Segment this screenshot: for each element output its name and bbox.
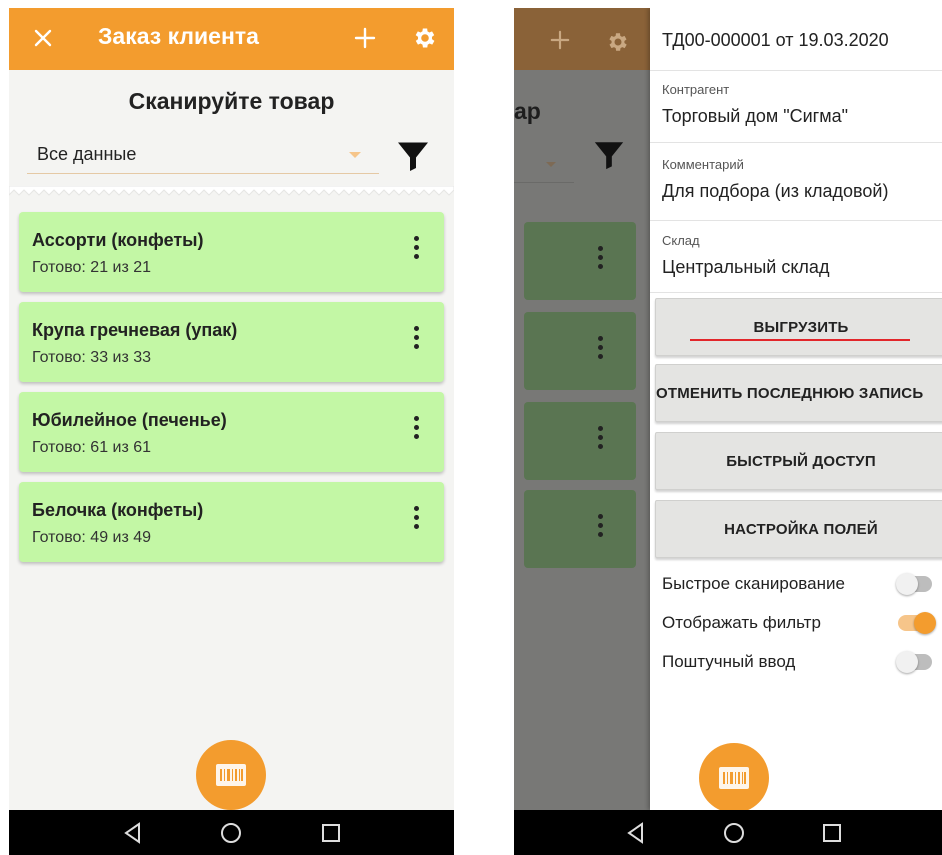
gear-icon [609, 33, 627, 51]
recents-icon[interactable] [820, 821, 844, 845]
scan-prompt-fragment: ар [514, 98, 541, 124]
phone-left: Заказ клиента Сканируйте товар Все данны… [9, 8, 454, 855]
more-vert-icon[interactable] [406, 502, 426, 542]
field-comment: Комментарий Для подбора (из кладовой) [662, 157, 888, 202]
dimmed-list-item [524, 222, 636, 300]
field-label: Склад [662, 233, 700, 248]
toggle-piece-input: Поштучный ввод [662, 648, 932, 676]
divider [650, 292, 942, 293]
field-label: Комментарий [662, 157, 744, 172]
side-drawer: ТД00-000001 от 19.03.2020 Контрагент Тор… [650, 8, 942, 810]
toggle-label: Поштучный ввод [662, 652, 796, 671]
undo-last-record-label: ОТМЕНИТЬ ПОСЛЕДНЮЮ ЗАПИСЬ [656, 385, 924, 402]
item-title: Ассорти (конфеты) [32, 230, 204, 250]
back-icon[interactable] [121, 821, 145, 845]
back-icon[interactable] [624, 821, 648, 845]
home-icon[interactable] [722, 821, 746, 845]
more-vert-icon[interactable] [406, 322, 426, 362]
system-nav-bar [9, 810, 454, 855]
close-icon [34, 29, 52, 47]
page-title: Заказ клиента [98, 23, 259, 49]
quick-access-button[interactable]: БЫСТРЫЙ ДОСТУП [655, 432, 942, 490]
more-vert-icon[interactable] [406, 412, 426, 452]
dimmed-list-item [524, 402, 636, 480]
dimmed-list-item [524, 312, 636, 390]
recents-icon[interactable] [319, 821, 343, 845]
toggle-label: Быстрое сканирование [662, 574, 845, 593]
upload-button-label: ВЫГРУЗИТЬ [753, 319, 849, 336]
field-warehouse: Склад Центральный склад [662, 233, 829, 278]
field-value: Торговый дом "Сигма" [662, 106, 849, 126]
list-item[interactable]: Ассорти (конфеты) Готово: 21 из 21 [19, 212, 444, 292]
data-filter-select[interactable]: Все данные [27, 136, 379, 174]
filter-icon[interactable] [395, 138, 431, 174]
barcode-icon [719, 767, 749, 789]
field-value: Центральный склад [662, 257, 830, 277]
field-settings-label: НАСТРОЙКА ПОЛЕЙ [724, 521, 878, 538]
field-settings-button[interactable]: НАСТРОЙКА ПОЛЕЙ [655, 500, 942, 558]
document-title: ТД00-000001 от 19.03.2020 [662, 30, 889, 50]
scan-prompt: Сканируйте товар [128, 88, 335, 114]
item-title: Белочка (конфеты) [32, 500, 204, 520]
list-item[interactable]: Крупа гречневая (упак) Готово: 33 из 33 [19, 302, 444, 382]
item-list: Ассорти (конфеты) Готово: 21 из 21 Крупа… [9, 198, 454, 810]
phone-right: ар ТД00-000001 от 19.03.2020 Контрагент … [514, 8, 942, 855]
field-value: Для подбора (из кладовой) [662, 181, 889, 201]
barcode-icon [216, 764, 246, 786]
scan-button[interactable] [699, 743, 769, 813]
chevron-down-icon [546, 162, 556, 167]
undo-last-record-button[interactable]: ОТМЕНИТЬ ПОСЛЕДНЮЮ ЗАПИСЬ [655, 364, 942, 422]
chevron-down-icon [349, 152, 361, 158]
dimmed-background: ар [514, 70, 654, 810]
item-status: Готово: 21 из 21 [32, 259, 152, 276]
item-status: Готово: 49 из 49 [32, 529, 152, 546]
plus-icon [550, 30, 570, 50]
toggle-show-filter: Отображать фильтр [662, 609, 936, 637]
item-status: Готово: 33 из 33 [32, 349, 152, 366]
show-filter-switch[interactable] [898, 612, 936, 634]
system-nav-bar [514, 810, 942, 855]
toggle-label: Отображать фильтр [662, 613, 821, 632]
fast-scan-switch[interactable] [896, 573, 932, 595]
dimmed-list-item [524, 490, 636, 568]
home-icon[interactable] [219, 821, 243, 845]
gear-icon [415, 28, 435, 48]
quick-access-label: БЫСТРЫЙ ДОСТУП [726, 453, 876, 470]
field-counterparty: Контрагент Торговый дом "Сигма" [662, 82, 848, 127]
settings-button[interactable] [405, 18, 445, 58]
divider [650, 70, 942, 71]
app-bar: Заказ клиента [9, 8, 454, 70]
scan-button[interactable] [196, 740, 266, 810]
toggle-fast-scan: Быстрое сканирование [662, 570, 932, 598]
add-button[interactable] [345, 18, 385, 58]
filter-underline [514, 182, 574, 183]
item-title: Юбилейное (печенье) [32, 410, 227, 430]
divider [650, 142, 942, 143]
highlight-underline [690, 339, 910, 341]
list-item[interactable]: Белочка (конфеты) Готово: 49 из 49 [19, 482, 444, 562]
item-status: Готово: 61 из 61 [32, 439, 152, 456]
divider [650, 220, 942, 221]
upload-button[interactable]: ВЫГРУЗИТЬ [655, 298, 942, 356]
close-button[interactable] [23, 18, 63, 58]
more-vert-icon[interactable] [406, 232, 426, 272]
field-label: Контрагент [662, 82, 730, 97]
plus-icon [354, 27, 376, 49]
list-item[interactable]: Юбилейное (печенье) Готово: 61 из 61 [19, 392, 444, 472]
filter-icon [594, 142, 624, 170]
filter-value: Все данные [37, 144, 137, 164]
item-title: Крупа гречневая (упак) [32, 320, 238, 340]
piece-input-switch[interactable] [896, 651, 932, 673]
